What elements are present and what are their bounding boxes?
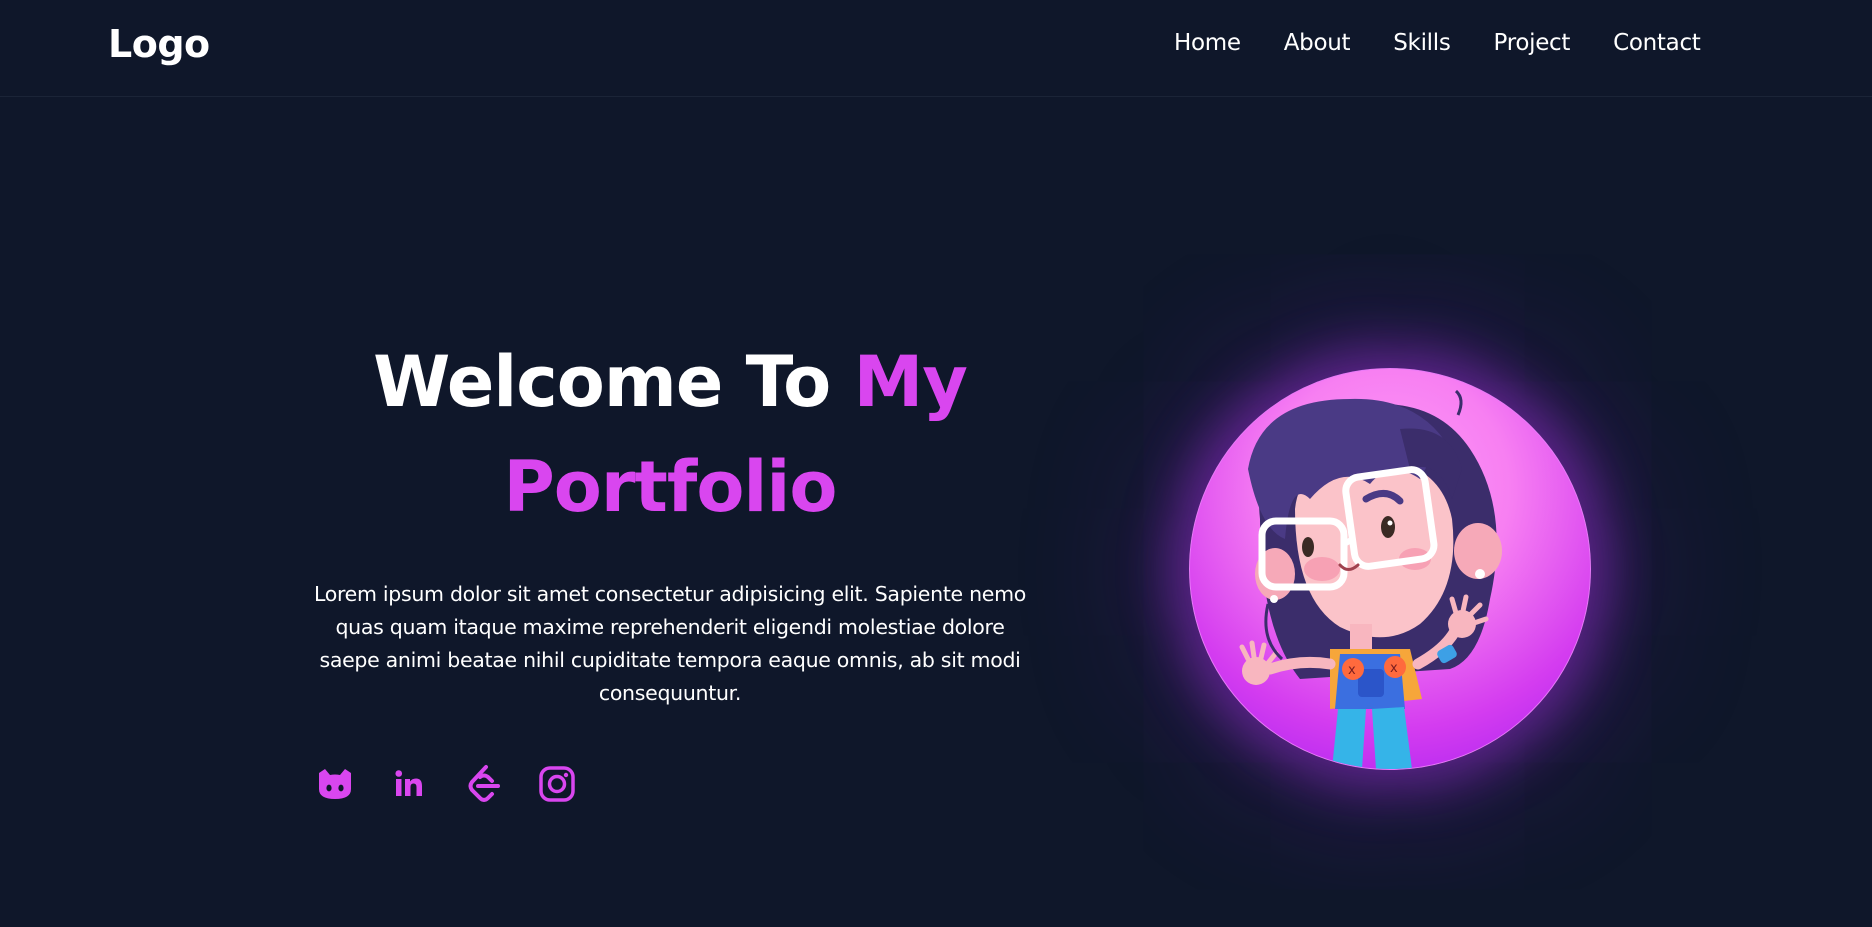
leetcode-icon[interactable] xyxy=(462,763,504,805)
svg-text:x: x xyxy=(1390,661,1398,676)
nav-link-skills[interactable]: Skills xyxy=(1393,30,1451,56)
nav-links: Home About Skills Project Contact xyxy=(1174,30,1701,56)
instagram-icon[interactable] xyxy=(536,763,578,805)
character-illustration: x x xyxy=(1239,389,1502,769)
linkedin-icon[interactable] xyxy=(388,763,430,805)
social-links xyxy=(314,763,578,805)
nav-link-home[interactable]: Home xyxy=(1174,30,1241,56)
hero-description: Lorem ipsum dolor sit amet consectetur a… xyxy=(314,582,1026,705)
github-icon[interactable] xyxy=(314,763,356,805)
nav-link-contact[interactable]: Contact xyxy=(1613,30,1701,56)
svg-text:x: x xyxy=(1348,663,1356,678)
nav-link-project[interactable]: Project xyxy=(1494,30,1571,56)
nav-link-about[interactable]: About xyxy=(1284,30,1351,56)
hero-title-welcome: Welcome To xyxy=(373,341,854,423)
avatar: x x xyxy=(1189,368,1591,770)
hero-title-line-1: Welcome To My xyxy=(290,330,1050,435)
hero-title-portfolio: Portfolio xyxy=(503,446,837,528)
navbar: Logo Home About Skills Project Contact xyxy=(0,0,1872,97)
hero-title-my: My xyxy=(853,341,968,423)
hero-title: Welcome To My Portfolio xyxy=(290,330,1050,540)
logo[interactable]: Logo xyxy=(108,22,210,66)
